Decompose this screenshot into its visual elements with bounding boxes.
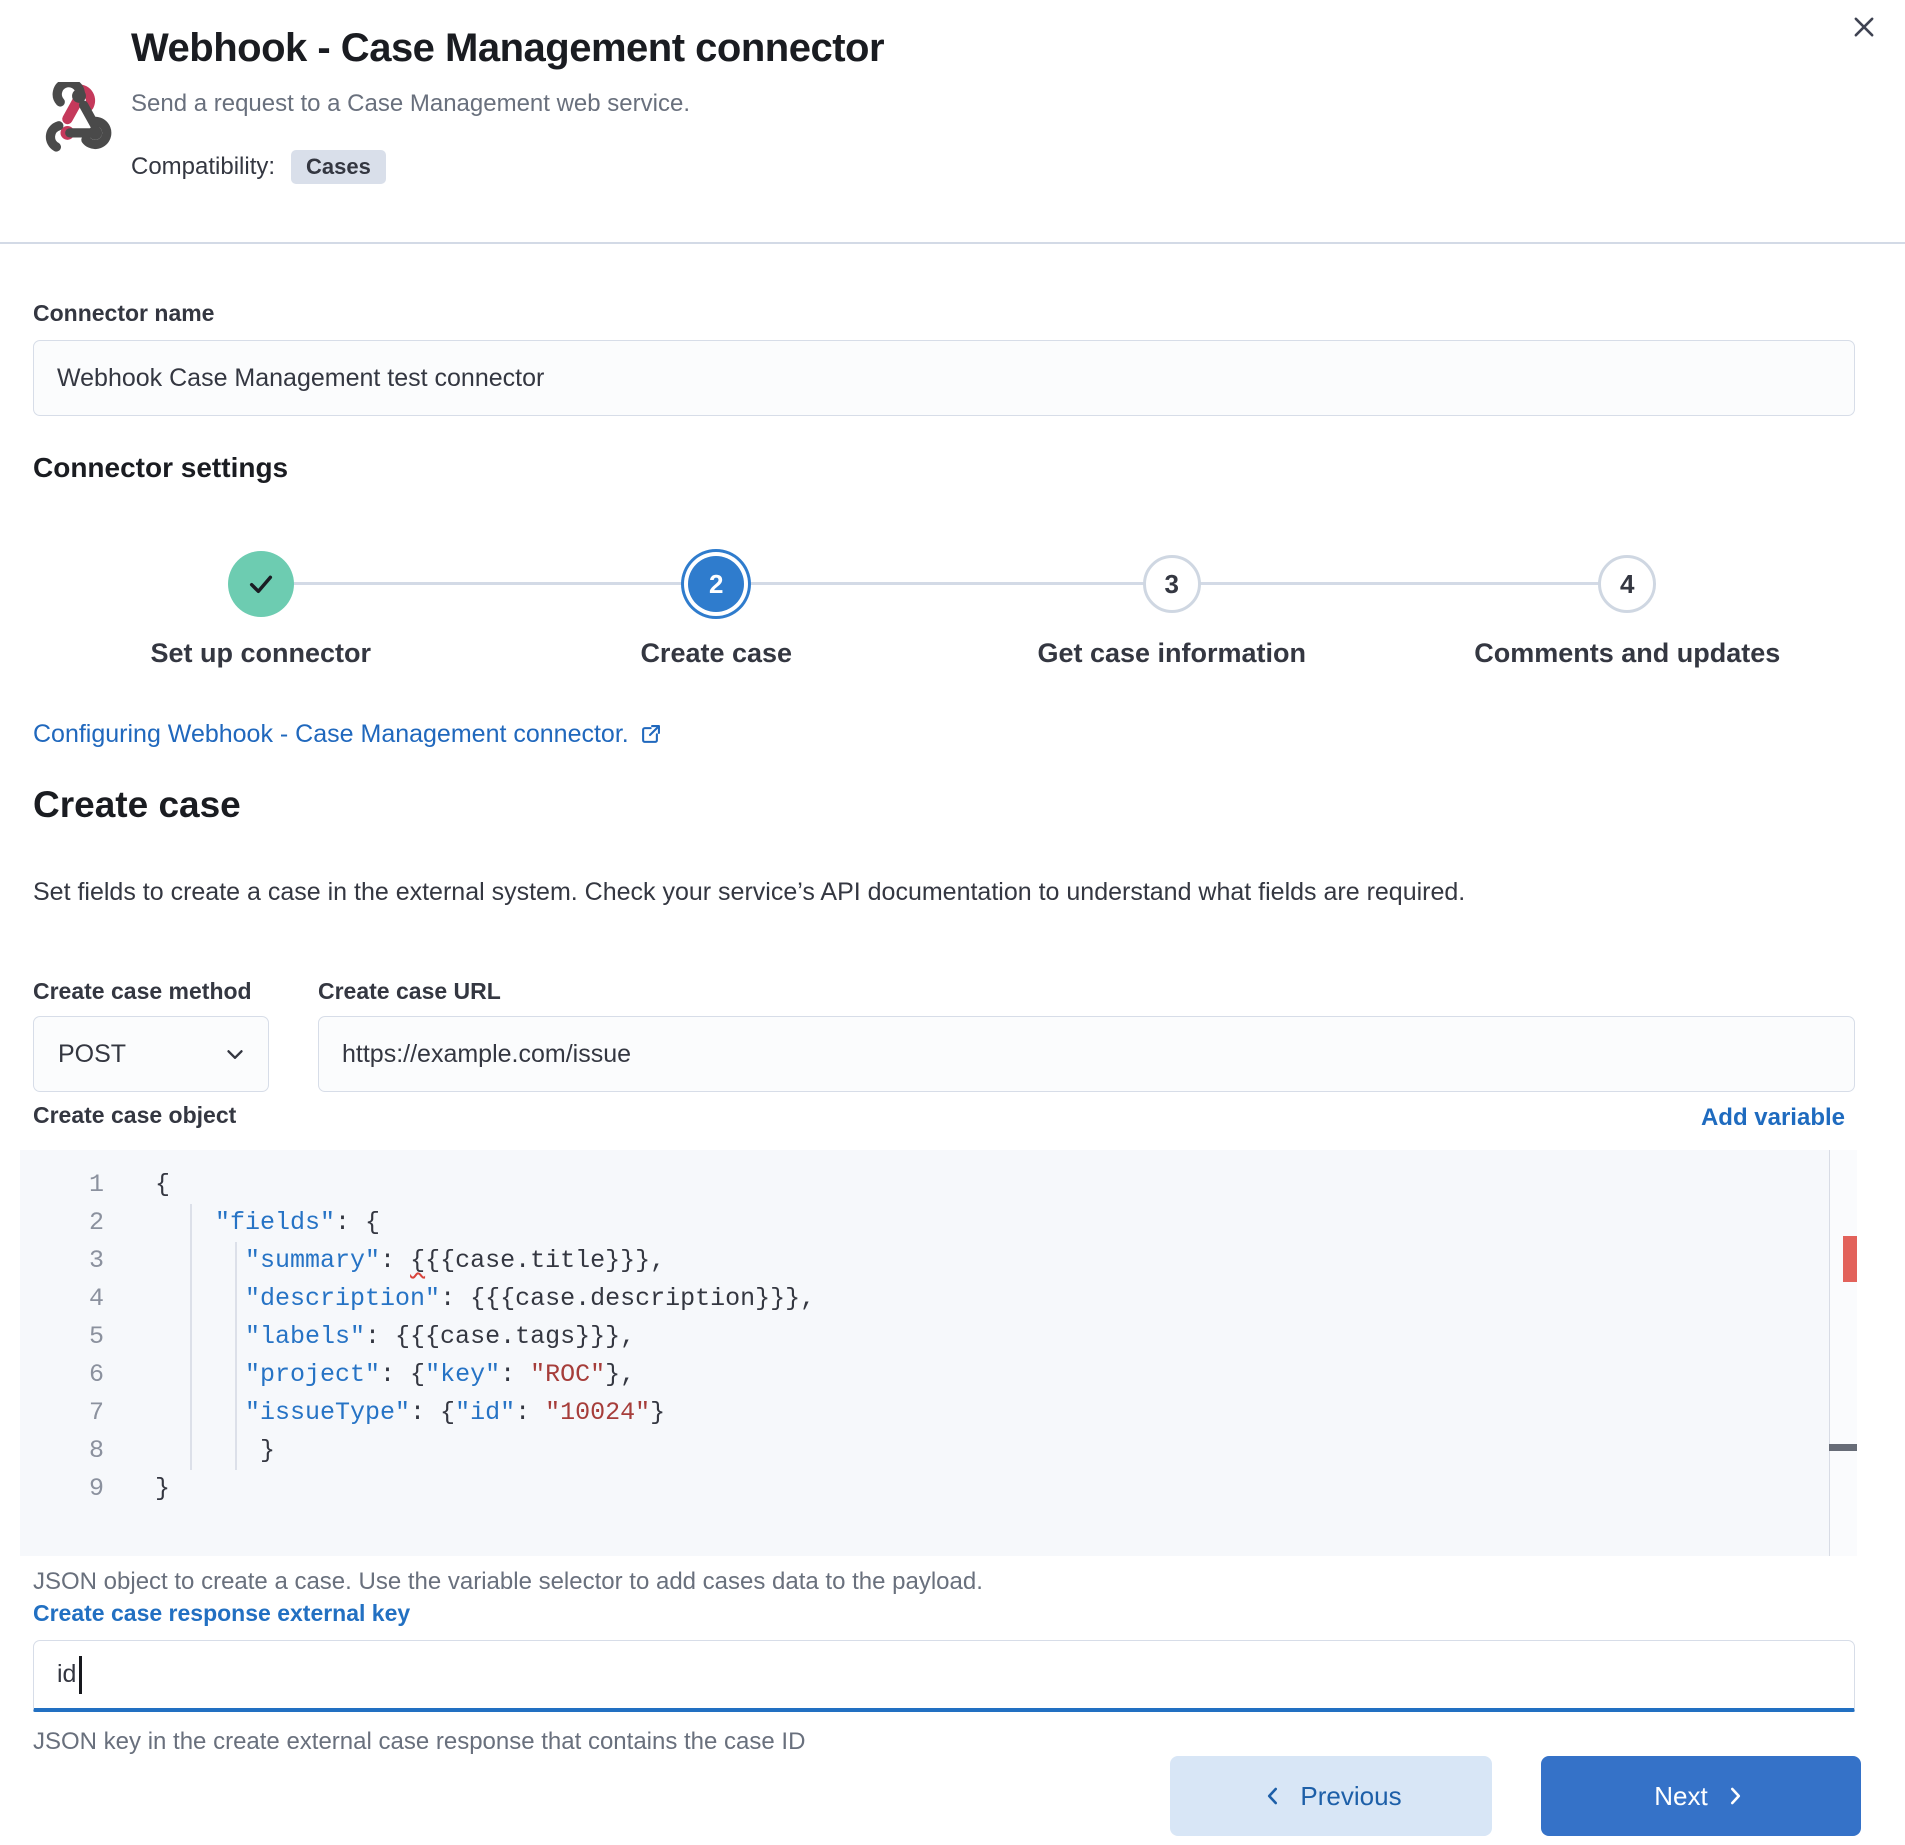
step-complete-circle — [228, 551, 294, 617]
chevron-right-icon — [1722, 1783, 1748, 1809]
create-case-url-input[interactable] — [318, 1016, 1855, 1092]
doc-link-text: Configuring Webhook - Case Management co… — [33, 720, 629, 749]
cursor-position-marker — [1829, 1444, 1857, 1451]
compatibility-label: Compatibility: — [131, 153, 275, 181]
external-key-label[interactable]: Create case response external key — [33, 1600, 410, 1627]
text-cursor — [79, 1656, 82, 1694]
add-variable-link[interactable]: Add variable — [1701, 1104, 1845, 1132]
steps-progress: Set up connector 2 Create case 3 Get cas… — [33, 548, 1855, 669]
create-case-url-label: Create case URL — [318, 978, 501, 1005]
connector-name-label: Connector name — [33, 300, 214, 327]
step-comments-and-updates[interactable]: 4 Comments and updates — [1400, 548, 1856, 669]
create-case-method-label: Create case method — [33, 978, 252, 1005]
previous-button-label: Previous — [1300, 1781, 1401, 1812]
compatibility-badge: Cases — [291, 150, 386, 184]
step-label: Create case — [640, 638, 792, 669]
create-case-heading: Create case — [33, 784, 241, 826]
step-create-case[interactable]: 2 Create case — [489, 548, 945, 669]
next-button-label: Next — [1654, 1781, 1707, 1812]
compatibility-row: Compatibility: Cases — [131, 150, 386, 184]
page-title: Webhook - Case Management connector — [131, 26, 884, 71]
connector-name-field — [33, 340, 1855, 416]
connector-name-input[interactable] — [33, 340, 1855, 416]
line-number-gutter: 123456789 — [20, 1166, 110, 1508]
external-key-value: id — [57, 1660, 76, 1689]
create-case-description: Set fields to create a case in the exter… — [33, 878, 1465, 907]
step-label: Set up connector — [150, 638, 371, 669]
code-lines: { "fields": { "summary": {{{case.title}}… — [155, 1166, 815, 1508]
next-button[interactable]: Next — [1541, 1756, 1861, 1836]
create-case-url-field — [318, 1016, 1855, 1092]
webhook-connector-dialog: Webhook - Case Management connector Send… — [0, 0, 1905, 1845]
object-helper-text: JSON object to create a case. Use the va… — [33, 1568, 983, 1596]
method-select-value: POST — [58, 1040, 126, 1069]
create-case-object-label: Create case object — [33, 1102, 236, 1129]
step-label: Comments and updates — [1474, 638, 1780, 669]
step-setup-connector[interactable]: Set up connector — [33, 548, 489, 669]
step-get-case-information[interactable]: 3 Get case information — [944, 548, 1400, 669]
chevron-down-icon — [222, 1041, 248, 1067]
step-current-circle: 2 — [688, 556, 744, 612]
step-label: Get case information — [1037, 638, 1306, 669]
error-marker — [1843, 1236, 1857, 1282]
webhook-logo-icon — [42, 82, 116, 156]
external-key-input[interactable]: id — [33, 1640, 1855, 1712]
method-select[interactable]: POST — [33, 1016, 269, 1092]
header-divider — [0, 242, 1905, 244]
chevron-left-icon — [1260, 1783, 1286, 1809]
step-incomplete-circle: 3 — [1143, 555, 1201, 613]
previous-button[interactable]: Previous — [1170, 1756, 1492, 1836]
step-incomplete-circle: 4 — [1598, 555, 1656, 613]
check-icon — [245, 568, 277, 600]
external-link-icon — [639, 724, 661, 746]
editor-overview-ruler[interactable] — [1829, 1150, 1857, 1556]
connector-settings-heading: Connector settings — [33, 452, 288, 484]
close-icon[interactable] — [1847, 10, 1881, 44]
page-subtitle: Send a request to a Case Management web … — [131, 90, 690, 118]
json-code-editor[interactable]: 123456789 { "fields": { "summary": {{{ca… — [20, 1150, 1857, 1556]
external-key-helper-text: JSON key in the create external case res… — [33, 1728, 805, 1756]
configuration-doc-link[interactable]: Configuring Webhook - Case Management co… — [33, 720, 661, 749]
